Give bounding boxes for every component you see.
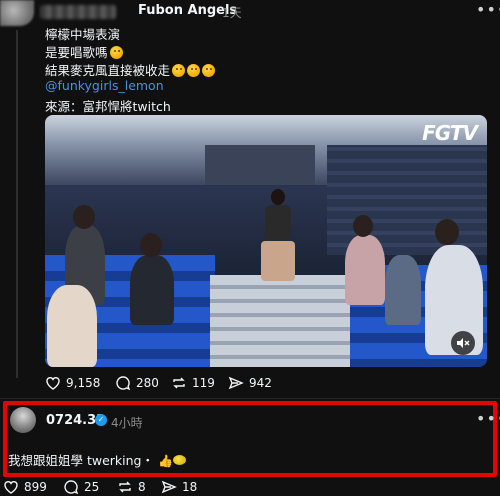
thumbs-up-emoji-icon: 👍 [158,454,173,468]
comment-bubble-icon [64,480,79,495]
fgtv-watermark: FGTV [422,121,478,145]
post-text-line-3: 結果麥克風直接被收走 [45,60,216,79]
video-scene-stand [327,145,487,255]
more-dots-icon[interactable]: ••• [476,409,500,428]
reply-repost-button[interactable]: 8 [117,479,146,495]
dancer-legs [261,241,295,281]
reply-action-bar: 899 25 8 18 [3,479,303,495]
spectator-head [73,205,95,229]
post-source-line: 來源：富邦悍將twitch [45,99,171,114]
reply-share-button[interactable]: 18 [161,479,197,495]
thread-post: Fubon Angels 1天 ••• 檸檬中場表演 是要唱歌嗎 結果麥克風直接… [0,0,500,395]
dancer-head [271,189,285,205]
reply-time: 4小時 [111,416,143,430]
reply-like-count: 899 [24,480,47,494]
dancer-body [265,205,291,241]
laughing-emoji-icon [202,64,216,77]
verified-badge-icon: ✓ [95,414,107,426]
mention-link[interactable]: @funkygirls_lemon [45,78,164,93]
repost-icon [173,377,185,389]
laughing-emoji-icon [187,64,201,77]
laughing-emoji-icon [172,64,186,77]
video-scene-scoreboard [205,145,315,185]
share-button[interactable]: 942 [228,375,272,391]
spectator-figure [130,255,174,325]
comment-button[interactable]: 280 [115,375,159,391]
post-time: 1天 [222,6,242,20]
thinking-emoji-icon [109,46,123,59]
spectator-figure [385,255,421,325]
like-button[interactable]: 9,158 [45,375,100,391]
reply-repost-count: 8 [138,480,146,494]
reply-like-button[interactable]: 899 [3,479,47,495]
heart-icon [4,481,18,494]
speaker-muted-icon[interactable] [451,331,475,355]
reply-text: 我想跟姐姐學 twerking・ 👍 [8,450,186,469]
post-divider [0,398,500,399]
spectator-head [353,215,373,237]
spectator-head [435,219,459,245]
reply-comment-count: 25 [84,480,100,494]
blurred-avatar[interactable] [0,0,34,26]
video-scene-stairs [210,275,350,367]
reply-avatar[interactable] [10,407,36,433]
lemon-emoji-icon [172,455,186,465]
share-count: 942 [249,376,272,390]
comment-bubble-icon [116,376,131,391]
spectator-head [140,233,162,257]
spectator-figure [47,285,97,367]
thread-connector-line [16,30,18,378]
reply-comment-button[interactable]: 25 [63,479,99,495]
heart-icon [46,377,60,390]
send-icon [228,376,244,390]
spectator-figure [345,235,385,305]
repost-button[interactable]: 119 [171,375,215,391]
send-icon [161,480,177,494]
post-text-line-2: 是要唱歌嗎 [45,42,123,61]
post-video[interactable]: FGTV [45,115,487,367]
post-text-line-1: 檸檬中場表演 [45,27,121,42]
blurred-username [40,5,116,19]
like-count: 9,158 [66,376,101,390]
repost-count: 119 [192,376,215,390]
more-dots-icon[interactable]: ••• [476,0,500,19]
repost-icon [119,481,131,493]
post-action-bar: 9,158 280 119 942 [45,375,345,393]
comment-count: 280 [136,376,159,390]
reply-share-count: 18 [182,480,198,494]
